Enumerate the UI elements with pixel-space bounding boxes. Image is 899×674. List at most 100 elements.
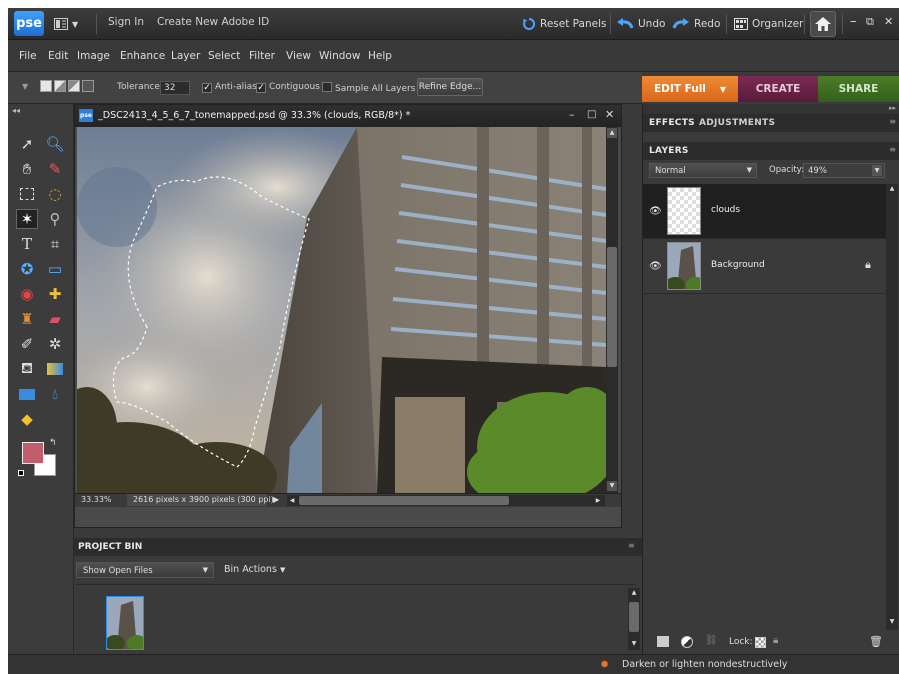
show-open-files-dropdown[interactable]: Show Open Files ▼ bbox=[76, 562, 214, 578]
default-colors-icon[interactable] bbox=[18, 470, 24, 476]
close-button[interactable]: ✕ bbox=[884, 15, 893, 28]
menu-view[interactable]: View bbox=[286, 50, 311, 62]
sponge-icon[interactable]: ◆ bbox=[16, 409, 38, 429]
hand-icon[interactable]: ✋︎ bbox=[16, 159, 38, 179]
sample-all-layers-checkbox[interactable]: Sample All Layers bbox=[322, 82, 415, 94]
add-selection-icon[interactable] bbox=[54, 80, 66, 92]
restore-button[interactable]: ⧉ bbox=[866, 15, 874, 29]
intersect-selection-icon[interactable] bbox=[82, 80, 94, 92]
straighten-icon[interactable]: ▭ bbox=[44, 259, 66, 279]
type-icon[interactable]: T bbox=[16, 234, 38, 254]
bin-scrollbar[interactable]: ▲ ▼ bbox=[628, 588, 640, 650]
scroll-right-arrow-icon[interactable]: ▶ bbox=[593, 495, 603, 506]
tab-share[interactable]: SHARE bbox=[818, 76, 899, 102]
red-eye-icon[interactable]: ◉ bbox=[16, 284, 38, 304]
new-layer-icon[interactable] bbox=[657, 636, 669, 647]
menu-help[interactable]: Help bbox=[368, 50, 392, 62]
paint-bucket-icon[interactable]: ⛾ bbox=[16, 359, 38, 379]
collapse-toolbox-icon[interactable]: ◂◂ bbox=[12, 106, 20, 115]
quick-selection-icon[interactable]: ⚲ bbox=[44, 209, 66, 229]
menu-file[interactable]: File bbox=[19, 50, 37, 62]
healing-icon[interactable]: ✚ bbox=[44, 284, 66, 304]
menu-layer[interactable]: Layer bbox=[171, 50, 200, 62]
scroll-down-arrow-icon[interactable]: ▼ bbox=[629, 640, 639, 648]
tab-edit-full[interactable]: EDIT Full ▼ bbox=[642, 76, 738, 102]
expand-panel-icon[interactable]: ▸▸ bbox=[889, 104, 896, 112]
refine-edge-button[interactable]: Refine Edge... bbox=[417, 78, 483, 96]
eyedropper-icon[interactable]: ✎ bbox=[44, 159, 66, 179]
zoom-icon[interactable]: 🔍︎ bbox=[44, 134, 66, 154]
gradient-icon[interactable] bbox=[44, 359, 66, 379]
crop-icon[interactable]: ⌗ bbox=[44, 234, 66, 254]
anti-alias-checkbox[interactable]: ✓ Anti-alias bbox=[202, 82, 257, 93]
panel-menu-icon[interactable]: ≡ bbox=[889, 117, 896, 126]
cookie-cutter-icon[interactable]: ✪ bbox=[16, 259, 38, 279]
tab-effects[interactable]: EFFECTS bbox=[649, 118, 695, 128]
zoom-level[interactable]: 33.33% bbox=[81, 495, 112, 504]
menu-image[interactable]: Image bbox=[77, 50, 110, 62]
menu-select[interactable]: Select bbox=[208, 50, 240, 62]
doc-close-button[interactable]: ✕ bbox=[605, 108, 614, 121]
lock-transparency-icon[interactable] bbox=[755, 637, 766, 648]
horizontal-scroll-thumb[interactable] bbox=[299, 496, 509, 505]
swap-colors-icon[interactable]: ↰ bbox=[49, 438, 57, 448]
adjustment-layer-icon[interactable] bbox=[681, 636, 693, 648]
vertical-scroll-thumb[interactable] bbox=[607, 247, 617, 367]
bin-thumbnail[interactable] bbox=[105, 596, 147, 651]
scroll-down-arrow-icon[interactable]: ▼ bbox=[607, 481, 617, 491]
magic-wand-icon[interactable]: ✶ bbox=[16, 209, 38, 229]
bin-actions-menu[interactable]: Bin Actions ▼ bbox=[224, 564, 285, 575]
tolerance-input[interactable]: 32 bbox=[160, 81, 190, 95]
organizer-button[interactable]: Organizer bbox=[734, 14, 803, 34]
move-icon[interactable]: ➚ bbox=[16, 134, 38, 154]
document-title-bar[interactable]: pse _DSC2413_4_5_6_7_tonemapped.psd @ 33… bbox=[75, 105, 621, 127]
eye-visibility-icon[interactable]: 👁︎ bbox=[649, 261, 662, 272]
layer-row-clouds[interactable]: 👁︎ clouds bbox=[643, 184, 886, 239]
lock-all-icon[interactable]: 🔒︎ bbox=[773, 635, 778, 646]
scroll-up-arrow-icon[interactable]: ▲ bbox=[887, 185, 897, 195]
layer-row-background[interactable]: 👁︎ Background 🔒︎ bbox=[643, 239, 886, 294]
menu-filter[interactable]: Filter bbox=[249, 50, 275, 62]
tab-create[interactable]: CREATE bbox=[738, 76, 818, 102]
bin-scroll-thumb[interactable] bbox=[629, 602, 639, 632]
panel-menu-icon[interactable]: ≡ bbox=[628, 541, 635, 550]
reset-panels-button[interactable]: Reset Panels bbox=[522, 14, 606, 34]
doc-maximize-button[interactable]: □ bbox=[587, 109, 596, 120]
workspace-switcher-button[interactable]: ▼ bbox=[54, 14, 78, 34]
tool-preset-chevron-icon[interactable]: ▼ bbox=[22, 82, 28, 91]
layers-scrollbar[interactable]: ▲ ▼ bbox=[886, 184, 898, 630]
new-selection-icon[interactable] bbox=[40, 80, 52, 92]
blur-icon[interactable]: 💧︎ bbox=[44, 384, 66, 404]
document-vertical-scrollbar[interactable]: ▲ ▼ bbox=[606, 127, 618, 493]
subtract-selection-icon[interactable] bbox=[68, 80, 80, 92]
shape-icon[interactable] bbox=[16, 384, 38, 404]
minimize-button[interactable]: – bbox=[850, 14, 857, 29]
contiguous-checkbox[interactable]: ✓ Contiguous bbox=[256, 82, 320, 93]
lasso-icon[interactable]: ◌ bbox=[44, 184, 66, 204]
chevron-down-icon[interactable]: ▼ bbox=[872, 165, 882, 176]
eye-visibility-icon[interactable]: 👁︎ bbox=[649, 206, 662, 217]
menu-enhance[interactable]: Enhance bbox=[120, 50, 165, 62]
sign-in-link[interactable]: Sign In bbox=[108, 16, 144, 28]
link-layers-icon[interactable]: ⛓ bbox=[705, 635, 718, 646]
menu-window[interactable]: Window bbox=[319, 50, 360, 62]
redo-button[interactable]: Redo bbox=[672, 14, 720, 34]
eraser-icon[interactable]: ▰ bbox=[44, 309, 66, 329]
opacity-field[interactable]: 49% ▼ bbox=[803, 163, 885, 178]
info-menu-arrow-icon[interactable]: ▶ bbox=[273, 495, 279, 504]
home-button[interactable] bbox=[810, 11, 836, 37]
scroll-down-arrow-icon[interactable]: ▼ bbox=[887, 618, 897, 628]
smart-brush-icon[interactable]: ✲ bbox=[44, 334, 66, 354]
document-horizontal-scrollbar[interactable]: ◀ ▶ bbox=[287, 495, 605, 506]
blend-mode-dropdown[interactable]: Normal ▼ bbox=[649, 163, 757, 178]
scroll-up-arrow-icon[interactable]: ▲ bbox=[607, 128, 617, 138]
tab-adjustments[interactable]: ADJUSTMENTS bbox=[699, 118, 775, 128]
menu-edit[interactable]: Edit bbox=[48, 50, 68, 62]
clone-stamp-icon[interactable]: ♜ bbox=[16, 309, 38, 329]
scroll-up-arrow-icon[interactable]: ▲ bbox=[629, 589, 639, 597]
brush-icon[interactable]: ✐ bbox=[16, 334, 38, 354]
scroll-left-arrow-icon[interactable]: ◀ bbox=[287, 495, 297, 506]
marquee-icon[interactable] bbox=[16, 184, 38, 204]
create-adobe-id-link[interactable]: Create New Adobe ID bbox=[157, 16, 269, 28]
undo-button[interactable]: Undo bbox=[616, 14, 665, 34]
